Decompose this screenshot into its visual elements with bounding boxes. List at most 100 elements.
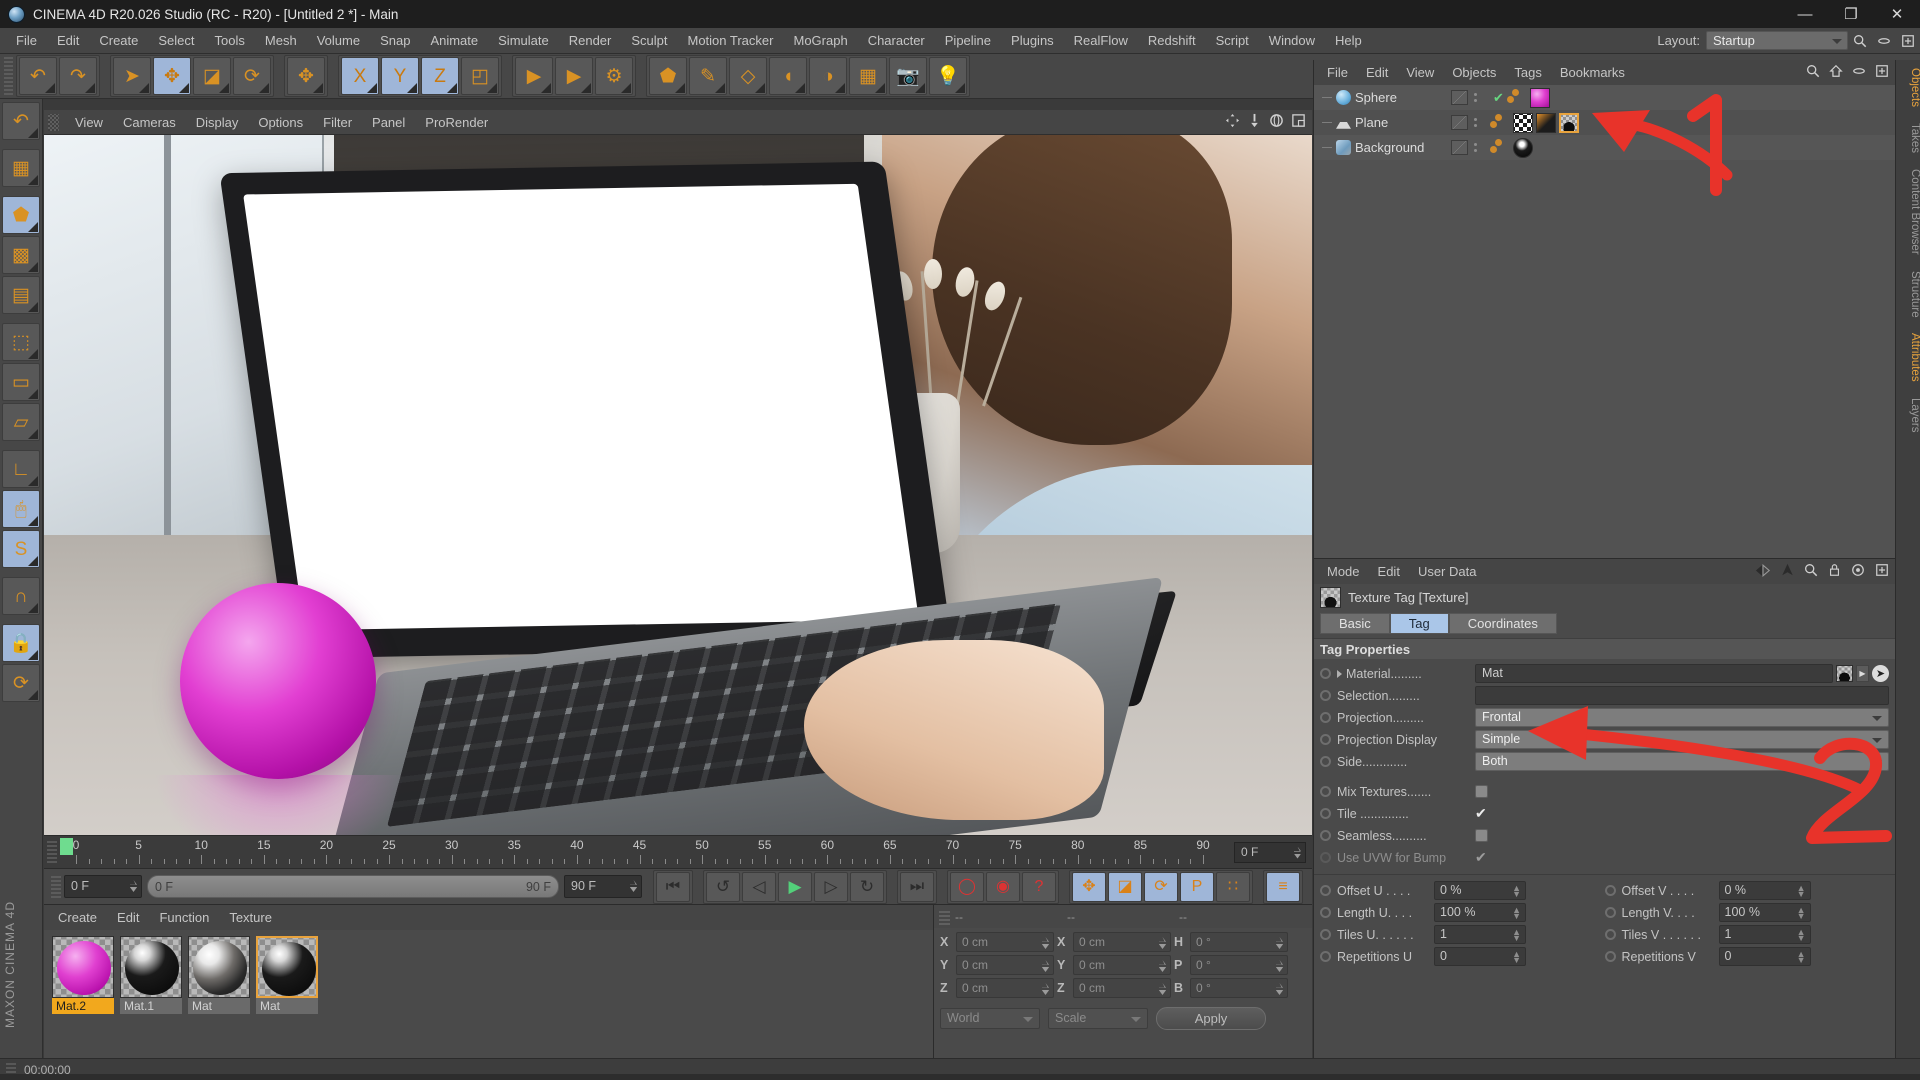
animate-toggle[interactable]: [1320, 756, 1331, 767]
enable-snap-button[interactable]: 🖱: [2, 490, 40, 528]
spinner-icon[interactable]: ▲ ▼: [1512, 950, 1521, 965]
animate-toggle[interactable]: [1320, 808, 1331, 819]
spinner-icon[interactable]: ▲ ▼: [1797, 906, 1806, 921]
material-tag-photo[interactable]: [1513, 137, 1533, 158]
coordinate-system-dropdown[interactable]: World: [940, 1008, 1040, 1029]
viewport-menu-panel[interactable]: Panel: [362, 110, 415, 135]
object-menu-bookmarks[interactable]: Bookmarks: [1551, 60, 1634, 85]
visibility-dots[interactable]: [1468, 93, 1482, 102]
spinner-icon[interactable]: [130, 880, 137, 892]
maximize-viewport-icon[interactable]: [1291, 113, 1306, 131]
zoom-icon[interactable]: [1247, 113, 1262, 131]
menu-pipeline[interactable]: Pipeline: [935, 28, 1001, 54]
viewport-menu-options[interactable]: Options: [248, 110, 313, 135]
material-preview[interactable]: [52, 936, 114, 998]
array-generator-button[interactable]: ◇: [729, 57, 767, 95]
step-back-button[interactable]: ◁: [742, 871, 776, 902]
coordinate-position-x-field[interactable]: 0 cm: [956, 932, 1054, 952]
spinner-icon[interactable]: ▲ ▼: [1512, 906, 1521, 921]
close-button[interactable]: ✕: [1874, 0, 1920, 28]
rotate-icon[interactable]: [1269, 113, 1284, 131]
material-tag-checker[interactable]: [1513, 112, 1533, 133]
animate-toggle[interactable]: [1604, 951, 1616, 962]
animate-toggle[interactable]: [1320, 929, 1331, 940]
animate-toggle[interactable]: [1320, 885, 1331, 896]
coordinate-rotation-b-field[interactable]: 0 °: [1190, 978, 1288, 998]
spline-pen-button[interactable]: ✎: [689, 57, 727, 95]
record-pla-button[interactable]: P: [1180, 871, 1214, 902]
up-arrow-icon[interactable]: [1781, 563, 1794, 580]
checkbox-mixtextures[interactable]: [1475, 785, 1488, 798]
material-preview[interactable]: [120, 936, 182, 998]
spinner-icon[interactable]: [1276, 960, 1283, 972]
coordinate-size-x-field[interactable]: 0 cm: [1073, 932, 1171, 952]
attribute-menu-edit[interactable]: Edit: [1369, 559, 1409, 584]
keyframe-selection-button[interactable]: ≡: [1266, 871, 1300, 902]
viewport-menu-display[interactable]: Display: [186, 110, 249, 135]
spinner-icon[interactable]: [630, 880, 637, 892]
object-menu-edit[interactable]: Edit: [1357, 60, 1397, 85]
undo-tool-button[interactable]: ↶: [2, 102, 40, 140]
expand-panel-icon[interactable]: [1896, 29, 1920, 53]
autokeying-button[interactable]: ◯: [950, 871, 984, 902]
light-button[interactable]: 💡: [929, 57, 967, 95]
spinner-icon[interactable]: [1042, 937, 1049, 949]
parameter-keys-button[interactable]: ?: [1022, 871, 1056, 902]
spinner-icon[interactable]: [1294, 846, 1301, 859]
numeric-field-lengthu[interactable]: 100 % ▲ ▼: [1434, 903, 1526, 922]
spinner-icon[interactable]: ▲ ▼: [1512, 884, 1521, 899]
material-item[interactable]: Mat: [188, 936, 250, 1014]
animate-toggle[interactable]: [1320, 786, 1331, 797]
x-axis-lock[interactable]: X: [341, 57, 379, 95]
menu-sculpt[interactable]: Sculpt: [621, 28, 677, 54]
menu-help[interactable]: Help: [1325, 28, 1372, 54]
coordinate-position-y-field[interactable]: 0 cm: [956, 955, 1054, 975]
object-name[interactable]: Plane: [1355, 115, 1388, 130]
dock-tab-objects[interactable]: Objects: [1896, 60, 1920, 115]
redo-button[interactable]: ↷: [59, 57, 97, 95]
texture-mode-button[interactable]: ▩: [2, 236, 40, 274]
back-arrow-icon[interactable]: [1755, 563, 1771, 580]
spinner-icon[interactable]: [1276, 983, 1283, 995]
polygons-mode-button[interactable]: ▱: [2, 403, 40, 441]
render-settings-button[interactable]: ⚙: [595, 57, 633, 95]
coordinate-size-y-field[interactable]: 0 cm: [1073, 955, 1171, 975]
material-menu-function[interactable]: Function: [149, 905, 219, 930]
object-row[interactable]: Sphere ✔: [1314, 85, 1895, 110]
viewport-menu-prorender[interactable]: ProRender: [415, 110, 498, 135]
attribute-field-selection[interactable]: [1475, 686, 1889, 705]
menu-mesh[interactable]: Mesh: [255, 28, 307, 54]
attribute-dropdown-projection[interactable]: Frontal: [1475, 708, 1889, 727]
toolbar-grip[interactable]: [4, 57, 13, 95]
soft-selection-button[interactable]: S: [2, 530, 40, 568]
numeric-field-lengthv[interactable]: 100 % ▲ ▼: [1718, 903, 1811, 922]
animate-toggle[interactable]: [1320, 668, 1331, 679]
menu-plugins[interactable]: Plugins: [1001, 28, 1064, 54]
material-menu-create[interactable]: Create: [48, 905, 107, 930]
material-menu-texture[interactable]: Texture: [219, 905, 282, 930]
menu-snap[interactable]: Snap: [370, 28, 420, 54]
model-mode-button[interactable]: ⬟: [2, 196, 40, 234]
magnet-tool-button[interactable]: ∩: [2, 577, 40, 615]
spinner-icon[interactable]: ▲ ▼: [1797, 950, 1806, 965]
object-menu-tags[interactable]: Tags: [1505, 60, 1550, 85]
object-menu-view[interactable]: View: [1397, 60, 1443, 85]
numeric-field-offsetv[interactable]: 0 % ▲ ▼: [1718, 881, 1811, 900]
coordinate-position-z-field[interactable]: 0 cm: [956, 978, 1054, 998]
checkbox-useuvwforbump[interactable]: ✔: [1475, 850, 1490, 864]
end-frame-field[interactable]: 90 F: [564, 875, 642, 898]
menu-character[interactable]: Character: [858, 28, 935, 54]
attribute-tab-basic[interactable]: Basic: [1320, 613, 1390, 634]
menu-simulate[interactable]: Simulate: [488, 28, 559, 54]
coordinates-grip[interactable]: [939, 908, 950, 925]
dock-tab-layers[interactable]: Layers: [1896, 390, 1920, 441]
animate-toggle[interactable]: [1604, 929, 1616, 940]
spinner-icon[interactable]: ▲ ▼: [1797, 884, 1806, 899]
visibility-toggle[interactable]: [1451, 140, 1468, 155]
transport-grip[interactable]: [51, 875, 61, 898]
spinner-icon[interactable]: [1042, 960, 1049, 972]
transform-mode-dropdown[interactable]: Scale: [1048, 1008, 1148, 1029]
object-row[interactable]: Background: [1314, 135, 1895, 160]
animate-toggle[interactable]: [1320, 830, 1331, 841]
menu-render[interactable]: Render: [559, 28, 622, 54]
